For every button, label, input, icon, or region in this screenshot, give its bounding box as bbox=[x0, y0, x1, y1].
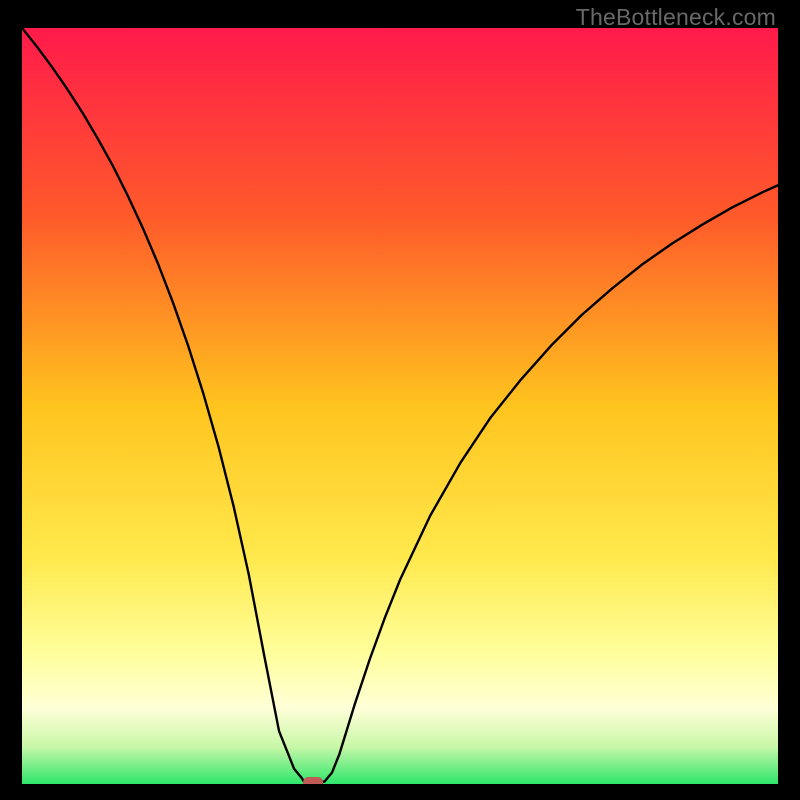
gradient-background bbox=[22, 28, 778, 784]
watermark-text: TheBottleneck.com bbox=[576, 4, 776, 31]
bottleneck-chart bbox=[22, 28, 778, 784]
chart-frame bbox=[22, 28, 778, 784]
optimal-marker bbox=[303, 777, 323, 784]
